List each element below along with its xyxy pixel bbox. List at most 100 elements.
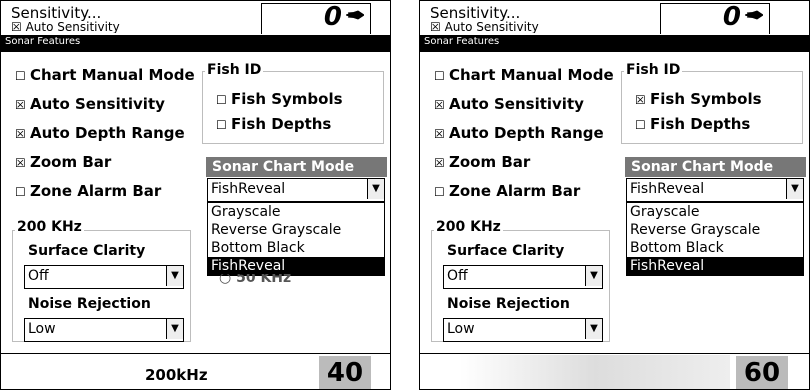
dropdown-option[interactable]: Grayscale [208,203,384,221]
sonar-top-bar: Sensitivity... ☒ Auto Sensitivity 0 [1,1,390,34]
checkbox-label: Zoom Bar [30,153,112,171]
checkbox-mark: ☒ [635,93,646,107]
chevron-down-icon[interactable]: ▼ [367,179,384,199]
fish-icon [745,10,763,20]
checkbox-mark: ☒ [15,127,26,141]
khz-group-label: 200 KHz [434,219,503,235]
dialog-title: Sonar Features [5,36,81,47]
noise-rejection-select[interactable]: Low ▼ [443,318,603,342]
khz-radio-label: 50 KHz [236,274,292,285]
checkbox-mark: ☐ [434,185,445,199]
auto-sensitivity-checkbox[interactable]: ☒ Auto Sensitivity [434,95,584,113]
checkbox-label: Fish Depths [650,115,751,133]
checkbox-mark: ☒ [434,127,445,141]
select-value: FishReveal [630,181,705,197]
checkbox-mark: ☐ [216,93,227,107]
depth-value: 0 [722,2,741,32]
sonar-chart-mode-dropdown: Grayscale Reverse Grayscale Bottom Black… [626,202,804,276]
checkbox-mark: ☐ [635,118,646,132]
checkbox-mark: ☒ [434,98,445,112]
surface-clarity-label: Surface Clarity [445,243,567,259]
auto-depth-range-checkbox[interactable]: ☒ Auto Depth Range [15,124,185,142]
sonar-graph-strip [460,355,730,389]
checkbox-label: Zoom Bar [449,153,531,171]
frequency-readout: 200kHz [145,366,208,384]
checkbox-mark: ☒ [15,98,26,112]
fish-icon [346,10,364,20]
speed-readout: 60 [736,356,788,389]
dialog-title-bar: Sonar Features [1,35,390,52]
dialog-body: ☐ Chart Manual Mode ☒ Auto Sensitivity ☒ Au… [420,52,809,352]
sonar-screen-left: Sensitivity... ☒ Auto Sensitivity 0 Sona… [0,0,391,390]
chevron-down-icon[interactable]: ▼ [786,179,803,199]
select-value: Low [28,321,56,337]
chevron-down-icon[interactable]: ▼ [166,319,183,339]
surface-clarity-select[interactable]: Off ▼ [24,265,184,289]
select-value: Low [447,321,475,337]
checkbox-mark: ☒ [15,156,26,170]
checkbox-label: Auto Sensitivity [449,95,584,113]
depth-readout: 0 [261,2,371,34]
auto-sensitivity-partial: ☒ Auto Sensitivity [430,20,539,33]
chevron-down-icon[interactable]: ▼ [585,266,602,286]
sonar-chart-mode-label: Sonar Chart Mode [625,157,806,177]
speed-readout: 40 [319,356,371,389]
checkbox-mark: ☐ [434,69,445,83]
checkbox-mark: ☐ [15,185,26,199]
zone-alarm-bar-checkbox[interactable]: ☐ Zone Alarm Bar [434,182,580,200]
status-bar: 200kHz 40 [1,353,390,389]
noise-rejection-select[interactable]: Low ▼ [24,318,184,342]
zone-alarm-bar-checkbox[interactable]: ☐ Zone Alarm Bar [15,182,161,200]
sonar-chart-mode-dropdown: Grayscale Reverse Grayscale Bottom Black… [207,202,385,276]
checkbox-label: Chart Manual Mode [449,66,614,84]
fish-id-label: Fish ID [205,62,264,78]
dialog-title: Sonar Features [424,36,500,47]
fish-symbols-checkbox[interactable]: ☐ Fish Symbols [216,90,343,108]
checkbox-mark: ☐ [15,69,26,83]
fish-id-label: Fish ID [624,62,683,78]
auto-sensitivity-partial: ☒ Auto Sensitivity [11,20,120,33]
fish-symbols-checkbox[interactable]: ☒ Fish Symbols [635,90,762,108]
dropdown-option[interactable]: Bottom Black [208,239,384,257]
checkbox-label: Auto Sensitivity [30,95,165,113]
zoom-bar-checkbox[interactable]: ☒ Zoom Bar [15,153,111,171]
surface-clarity-select[interactable]: Off ▼ [443,265,603,289]
select-value: FishReveal [211,181,286,197]
fish-depths-checkbox[interactable]: ☐ Fish Depths [216,115,331,133]
dropdown-option[interactable]: Grayscale [627,203,803,221]
noise-rejection-label: Noise Rejection [26,296,153,312]
checkbox-label: Auto Depth Range [449,124,604,142]
checkbox-label: Fish Symbols [231,90,343,108]
zoom-bar-checkbox[interactable]: ☒ Zoom Bar [434,153,530,171]
dropdown-option-selected[interactable]: FishReveal [208,257,384,275]
chart-manual-mode-checkbox[interactable]: ☐ Chart Manual Mode [15,66,195,84]
chevron-down-icon[interactable]: ▼ [585,319,602,339]
sonar-chart-mode-select[interactable]: FishReveal ▼ [207,178,385,202]
dropdown-option-selected[interactable]: FishReveal [627,257,803,275]
dropdown-option[interactable]: Bottom Black [627,239,803,257]
sonar-chart-mode-label: Sonar Chart Mode [206,157,387,177]
select-value: Off [447,268,468,284]
sonar-chart-mode-select[interactable]: FishReveal ▼ [626,178,804,202]
depth-readout: 0 [660,2,770,34]
auto-depth-range-checkbox[interactable]: ☒ Auto Depth Range [434,124,604,142]
noise-rejection-label: Noise Rejection [445,296,572,312]
checkbox-label: Zone Alarm Bar [30,182,162,200]
sonar-top-bar: Sensitivity... ☒ Auto Sensitivity 0 [420,1,809,34]
sonar-screen-right: Sensitivity... ☒ Auto Sensitivity 0 Sona… [419,0,810,390]
auto-sensitivity-checkbox[interactable]: ☒ Auto Sensitivity [15,95,165,113]
status-bar: 60 [420,353,809,389]
khz-group-label: 200 KHz [15,219,84,235]
chart-manual-mode-checkbox[interactable]: ☐ Chart Manual Mode [434,66,614,84]
surface-clarity-label: Surface Clarity [26,243,148,259]
dropdown-option[interactable]: Reverse Grayscale [627,221,803,239]
chevron-down-icon[interactable]: ▼ [166,266,183,286]
checkbox-label: Chart Manual Mode [30,66,195,84]
checkbox-label: Zone Alarm Bar [449,182,581,200]
select-value: Off [28,268,49,284]
checkbox-label: Fish Symbols [650,90,762,108]
fish-depths-checkbox[interactable]: ☐ Fish Depths [635,115,750,133]
checkbox-mark: ☒ [434,156,445,170]
dropdown-option[interactable]: Reverse Grayscale [208,221,384,239]
khz-radio-partial: ○ 50 KHz [219,274,291,285]
